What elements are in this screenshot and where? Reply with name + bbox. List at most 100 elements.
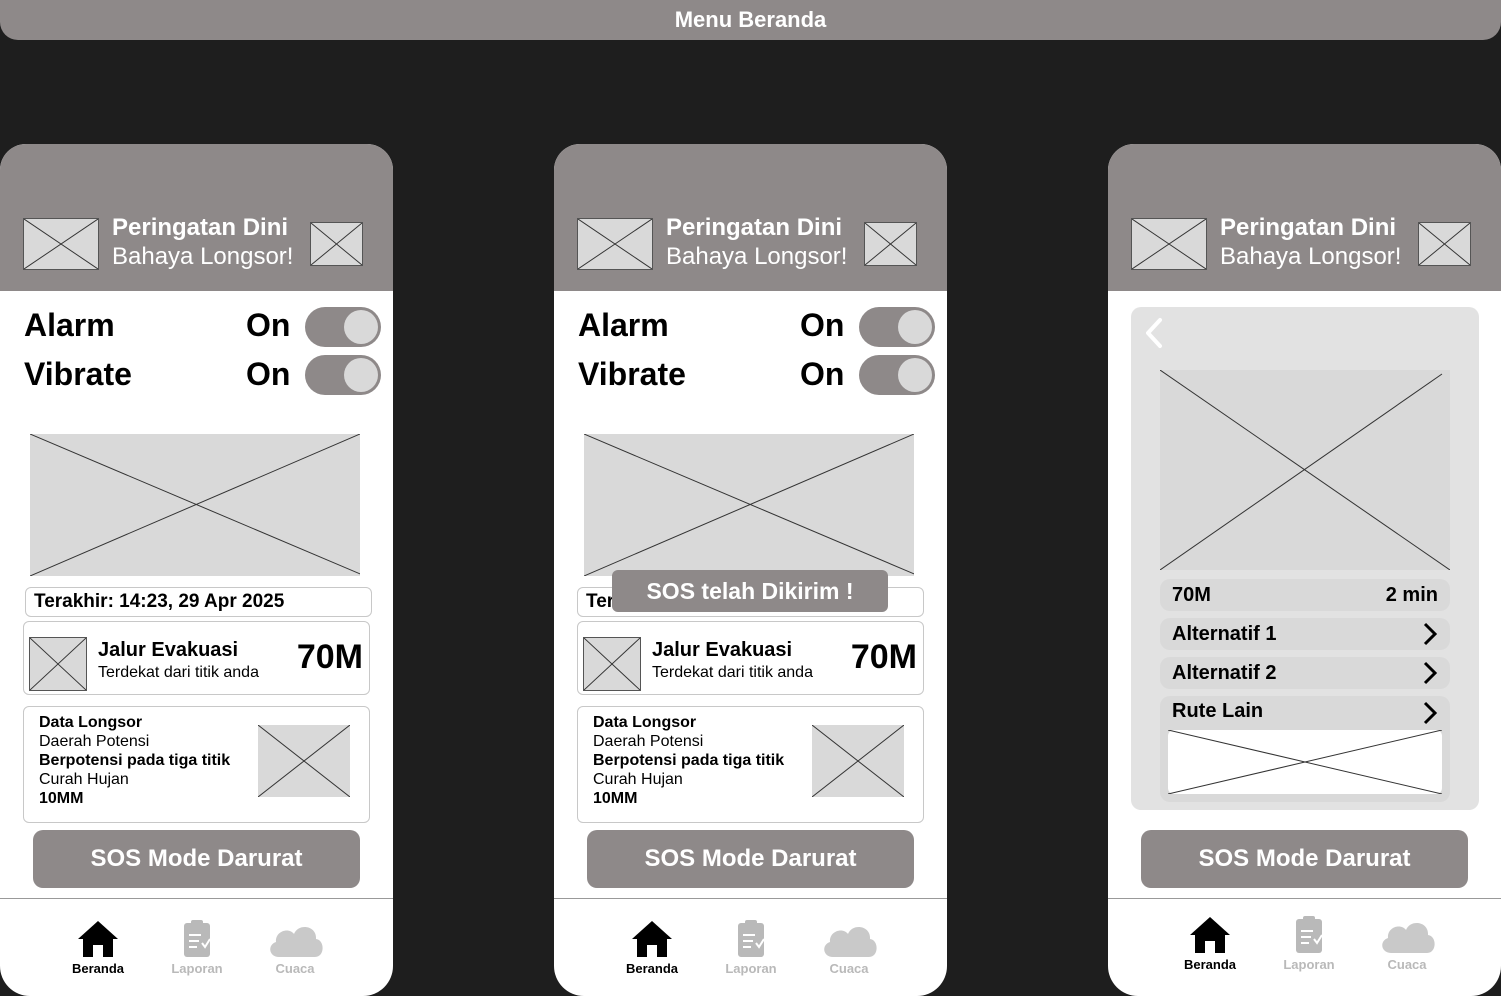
clipboard-icon — [1296, 916, 1323, 953]
nav-label-report: Laporan — [1283, 957, 1335, 972]
route-summary: 70M 2 min — [1160, 579, 1450, 611]
alarm-toggle[interactable] — [859, 307, 935, 347]
rain-value: 10MM — [593, 790, 638, 807]
evacuation-card[interactable]: Jalur Evakuasi Terdekat dari titik anda … — [577, 621, 924, 695]
vibrate-status: On — [246, 356, 291, 392]
evacuation-title: Jalur Evakuasi — [98, 639, 239, 661]
map-image-placeholder — [584, 434, 914, 576]
evacuation-title: Jalur Evakuasi — [652, 639, 793, 661]
nav-item-weather[interactable]: Cuaca — [255, 919, 335, 976]
evacuation-subtitle: Terdekat dari titik anda — [652, 664, 813, 681]
nav-label-home: Beranda — [71, 961, 125, 976]
page-title: Menu Beranda — [674, 7, 827, 32]
app-header: Peringatan Dini Bahaya Longsor! — [0, 144, 393, 291]
sos-sent-toast: SOS telah Dikirim ! — [612, 570, 888, 612]
route-option-rute-lain[interactable]: Rute Lain — [1160, 696, 1450, 802]
vibrate-toggle[interactable] — [859, 355, 935, 395]
vibrate-status: On — [800, 356, 845, 392]
sos-button[interactable]: SOS Mode Darurat — [1141, 830, 1468, 888]
route-option-label: Alternatif 1 — [1172, 622, 1277, 645]
notification-icon[interactable] — [864, 222, 917, 266]
phone-screen-route-detail: Peringatan Dini Bahaya Longsor! 70M 2 mi… — [1108, 144, 1501, 996]
route-detail-panel: 70M 2 min Alternatif 1 Alternatif 2 Rute… — [1131, 307, 1479, 810]
nav-item-weather[interactable]: Cuaca — [1367, 915, 1447, 972]
route-option-label: Alternatif 2 — [1172, 661, 1277, 684]
nav-label-report: Laporan — [171, 961, 223, 976]
area-label: Daerah Potensi — [593, 733, 704, 750]
nav-item-report[interactable]: Laporan — [1269, 915, 1349, 972]
nav-item-home[interactable]: Beranda — [1170, 915, 1250, 972]
logo-image-placeholder — [23, 218, 99, 270]
toggle-knob — [344, 358, 378, 392]
nav-label-home: Beranda — [1183, 957, 1237, 972]
back-arrow-icon[interactable] — [1143, 317, 1165, 349]
clipboard-icon — [184, 920, 211, 957]
nav-item-report[interactable]: Laporan — [711, 919, 791, 976]
header-title: Peringatan Dini — [112, 214, 289, 241]
route-map-placeholder — [1160, 370, 1450, 570]
evacuation-distance: 70M — [296, 638, 363, 676]
vibrate-toggle[interactable] — [305, 355, 381, 395]
area-label: Daerah Potensi — [39, 733, 150, 750]
vibrate-label: Vibrate — [24, 356, 132, 392]
evacuation-card[interactable]: Jalur Evakuasi Terdekat dari titik anda … — [23, 621, 370, 695]
page-title-bar: Menu Beranda — [0, 0, 1501, 40]
notification-icon[interactable] — [1418, 222, 1471, 266]
home-icon — [632, 921, 672, 957]
nav-label-home: Beranda — [625, 961, 679, 976]
area-value: Berpotensi pada tiga titik — [593, 752, 785, 769]
evacuation-distance: 70M — [850, 638, 917, 676]
alarm-label: Alarm — [578, 307, 669, 343]
toggle-knob — [898, 358, 932, 392]
nav-label-weather: Cuaca — [275, 961, 315, 976]
rain-label: Curah Hujan — [39, 771, 129, 788]
logo-image-placeholder — [577, 218, 653, 270]
logo-image-placeholder — [1131, 218, 1207, 270]
clipboard-icon — [738, 920, 765, 957]
data-heading: Data Longsor — [593, 714, 697, 731]
header-subtitle: Bahaya Longsor! — [666, 243, 848, 270]
vibrate-label: Vibrate — [578, 356, 686, 392]
bottom-nav: Beranda Laporan Cuaca — [1108, 898, 1501, 996]
nav-item-home[interactable]: Beranda — [612, 919, 692, 976]
route-preview-placeholder — [1168, 730, 1442, 794]
data-image-placeholder — [812, 725, 904, 797]
route-thumbnail-placeholder — [583, 637, 641, 691]
alarm-label: Alarm — [24, 307, 115, 343]
nav-item-home[interactable]: Beranda — [58, 919, 138, 976]
evacuation-subtitle: Terdekat dari titik anda — [98, 664, 259, 681]
data-heading: Data Longsor — [39, 714, 143, 731]
landslide-data-card: Data Longsor Daerah Potensi Berpotensi p… — [23, 706, 370, 823]
chevron-right-icon — [1423, 701, 1438, 725]
cloud-icon — [1382, 922, 1435, 953]
route-distance: 70M — [1172, 583, 1211, 606]
home-icon — [78, 921, 118, 957]
nav-label-report: Laporan — [725, 961, 777, 976]
chevron-right-icon — [1423, 661, 1438, 685]
app-header: Peringatan Dini Bahaya Longsor! — [554, 144, 947, 291]
landslide-data-card: Data Longsor Daerah Potensi Berpotensi p… — [577, 706, 924, 823]
route-option-label: Rute Lain — [1172, 700, 1264, 722]
rain-value: 10MM — [39, 790, 84, 807]
last-update-text: Terakhir: 14:23, 29 Apr 2025 — [34, 591, 285, 612]
nav-item-report[interactable]: Laporan — [157, 919, 237, 976]
toggle-knob — [344, 310, 378, 344]
header-subtitle: Bahaya Longsor! — [112, 243, 294, 270]
alarm-toggle[interactable] — [305, 307, 381, 347]
rain-label: Curah Hujan — [593, 771, 683, 788]
app-header: Peringatan Dini Bahaya Longsor! — [1108, 144, 1501, 291]
nav-item-weather[interactable]: Cuaca — [809, 919, 889, 976]
home-icon — [1190, 917, 1230, 953]
sos-button[interactable]: SOS Mode Darurat — [33, 830, 360, 888]
route-option-alternatif-1[interactable]: Alternatif 1 — [1160, 618, 1450, 650]
route-thumbnail-placeholder — [29, 637, 87, 691]
area-value: Berpotensi pada tiga titik — [39, 752, 231, 769]
chevron-right-icon — [1423, 622, 1438, 646]
sos-button[interactable]: SOS Mode Darurat — [587, 830, 914, 888]
nav-label-weather: Cuaca — [829, 961, 869, 976]
notification-icon[interactable] — [310, 222, 363, 266]
bottom-nav: Beranda Laporan Cuaca — [0, 898, 393, 996]
route-option-alternatif-2[interactable]: Alternatif 2 — [1160, 657, 1450, 689]
landslide-data-text: Data Longsor Daerah Potensi Berpotensi p… — [593, 713, 784, 808]
cloud-icon — [270, 926, 323, 957]
